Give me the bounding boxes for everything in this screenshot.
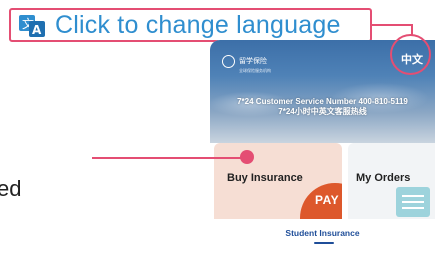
change-language-callout: 文 A Click to change language <box>9 8 372 42</box>
hotline-chinese: 7*24小时中英文客服热线 <box>278 107 367 116</box>
brand-subtitle: 全球保险服务机构 <box>239 68 271 73</box>
brand-logo: 留学保险 全球保险服务机构 <box>222 50 271 73</box>
shield-icon <box>222 55 235 68</box>
pay-label: PAY <box>315 193 340 207</box>
my-orders-label: My Orders <box>356 172 411 184</box>
hotline-text: 7*24 Customer Service Number 400-810-511… <box>210 97 435 117</box>
truncated-text: ed <box>0 176 22 201</box>
svg-text:A: A <box>32 23 42 37</box>
callout-connector-horizontal <box>372 24 413 26</box>
callout-label: Click to change language <box>55 11 341 39</box>
document-icon <box>396 187 430 217</box>
hotline-english: 7*24 Customer Service Number 400-810-511… <box>237 97 408 106</box>
tab-active-indicator <box>314 242 334 244</box>
buy-insurance-label: Buy Insurance <box>227 172 303 184</box>
pointer-line <box>92 157 242 159</box>
my-orders-card[interactable]: My Orders <box>348 143 435 219</box>
translate-icon: 文 A <box>19 15 45 37</box>
language-toggle-highlight <box>390 34 431 75</box>
buy-insurance-card[interactable]: Buy Insurance PAY <box>214 143 342 219</box>
pointer-dot <box>240 150 254 164</box>
brand-name: 留学保险 <box>239 58 267 65</box>
tab-student-insurance[interactable]: Student Insurance <box>210 228 435 238</box>
